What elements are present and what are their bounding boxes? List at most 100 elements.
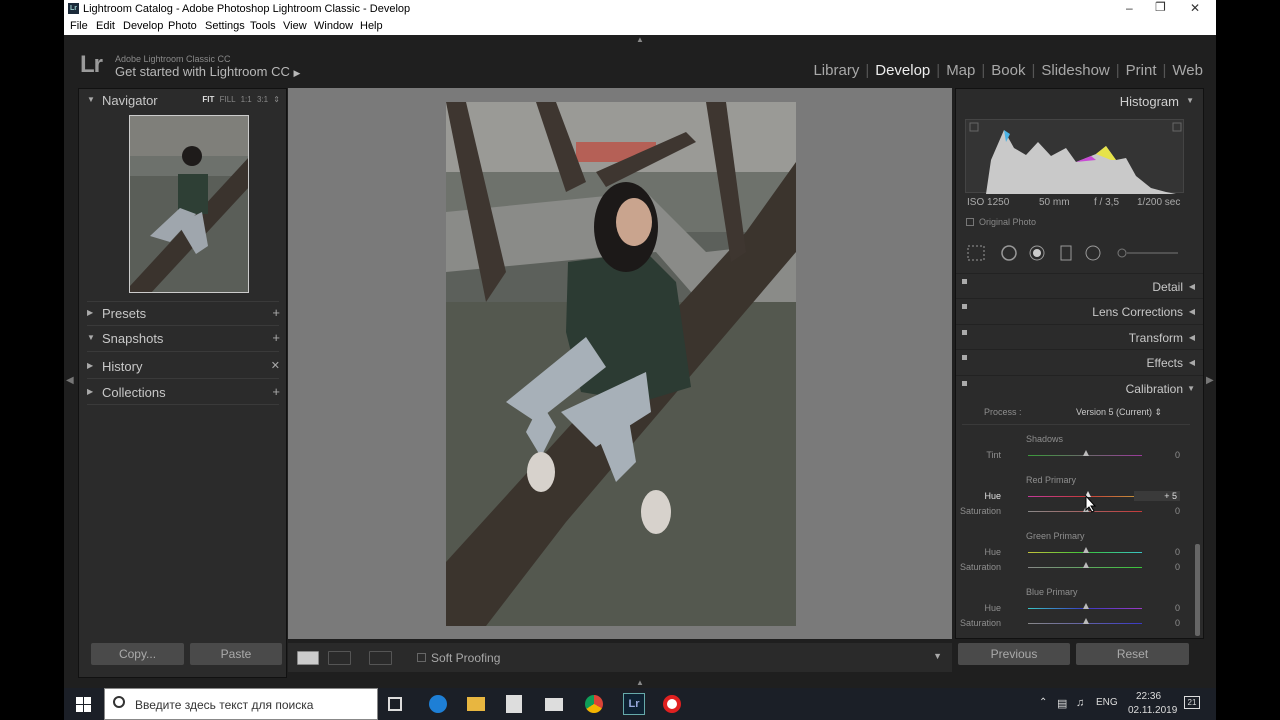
module-slideshow[interactable]: Slideshow: [1041, 62, 1109, 79]
before-after-icon[interactable]: [328, 651, 351, 665]
right-panel-toggle-icon[interactable]: ▶: [1206, 375, 1214, 386]
restore-icon[interactable]: ❐: [1155, 0, 1166, 14]
menu-help[interactable]: Help: [360, 20, 383, 32]
blue-hue-value[interactable]: 0: [1175, 603, 1180, 613]
yy-view-icon[interactable]: [369, 651, 392, 665]
tint-value[interactable]: 0: [1175, 450, 1180, 460]
navigator-preview[interactable]: [129, 115, 249, 293]
section-switch-icon[interactable]: [962, 381, 967, 386]
process-version-select[interactable]: Version 5 (Current) ⇕: [1076, 407, 1162, 418]
navigator-header[interactable]: ▼ Navigator FIT FILL 1:1 3:1 ⇕: [79, 89, 286, 111]
add-collection-icon[interactable]: +: [272, 384, 280, 399]
recorder-icon[interactable]: [663, 695, 681, 713]
blue-saturation-slider-thumb[interactable]: [1083, 618, 1089, 624]
clear-history-icon[interactable]: ✕: [271, 359, 280, 372]
zoom-fill[interactable]: FILL: [220, 95, 236, 104]
loupe-view-icon[interactable]: [297, 651, 319, 665]
menu-photo[interactable]: Photo: [168, 20, 197, 32]
top-panel-toggle-icon[interactable]: ▲: [636, 35, 644, 44]
section-switch-icon[interactable]: [962, 330, 967, 335]
menu-view[interactable]: View: [283, 20, 307, 32]
red-hue-value[interactable]: + 5: [1134, 491, 1180, 501]
section-switch-icon[interactable]: [962, 304, 967, 309]
title-bar: Lr Lightroom Catalog - Adobe Photoshop L…: [64, 0, 1216, 18]
lens-corrections-section-header[interactable]: Lens Corrections ◀: [956, 298, 1203, 323]
module-develop[interactable]: Develop: [875, 62, 930, 79]
volume-icon[interactable]: ♫: [1076, 697, 1084, 709]
green-saturation-slider-thumb[interactable]: [1083, 562, 1089, 568]
chrome-icon[interactable]: [585, 695, 603, 713]
module-separator: |: [936, 62, 941, 79]
module-web[interactable]: Web: [1172, 62, 1203, 79]
histogram-graph[interactable]: [965, 119, 1184, 194]
detail-section-header[interactable]: Detail ◀: [956, 273, 1203, 298]
module-library[interactable]: Library: [813, 62, 859, 79]
clock-time[interactable]: 22:36: [1136, 691, 1161, 702]
minimize-icon[interactable]: –: [1126, 1, 1133, 15]
blue-saturation-value[interactable]: 0: [1175, 618, 1180, 628]
left-panel-toggle-icon[interactable]: ◀: [66, 375, 74, 386]
bottom-panel-toggle-icon[interactable]: ▲: [636, 678, 644, 687]
snapshots-header[interactable]: ▼ Snapshots +: [79, 327, 286, 349]
network-icon[interactable]: ▤: [1057, 697, 1067, 710]
copy-button[interactable]: Copy...: [91, 643, 184, 665]
main-photo[interactable]: [446, 102, 796, 626]
product-name: Adobe Lightroom Classic CC: [115, 54, 231, 64]
clock-date[interactable]: 02.11.2019: [1128, 705, 1177, 716]
notifications-icon[interactable]: 21: [1184, 696, 1200, 709]
store-icon[interactable]: [506, 695, 522, 713]
task-view-icon[interactable]: [388, 697, 402, 711]
get-started-link[interactable]: Get started with Lightroom CC ▶: [115, 64, 300, 79]
red-saturation-value[interactable]: 0: [1175, 506, 1180, 516]
menu-file[interactable]: File: [70, 20, 88, 32]
collections-header[interactable]: ▶ Collections +: [79, 381, 286, 403]
calibration-section-header[interactable]: Calibration ▼: [956, 375, 1203, 400]
toolbar-dropdown-icon[interactable]: ▼: [933, 651, 942, 661]
transform-section-header[interactable]: Transform ◀: [956, 324, 1203, 349]
effects-section-header[interactable]: Effects ◀: [956, 349, 1203, 374]
section-switch-icon[interactable]: [962, 279, 967, 284]
lightroom-taskbar-icon[interactable]: Lr: [623, 693, 645, 715]
section-switch-icon[interactable]: [962, 355, 967, 360]
reset-button[interactable]: Reset: [1076, 643, 1189, 665]
zoom-3-1[interactable]: 3:1: [257, 95, 268, 104]
green-hue-value[interactable]: 0: [1175, 547, 1180, 557]
file-explorer-icon[interactable]: [467, 697, 485, 711]
module-book[interactable]: Book: [991, 62, 1025, 79]
menu-tools[interactable]: Tools: [250, 20, 276, 32]
previous-button[interactable]: Previous: [958, 643, 1070, 665]
module-map[interactable]: Map: [946, 62, 975, 79]
add-snapshot-icon[interactable]: +: [272, 330, 280, 345]
menu-develop[interactable]: Develop: [123, 20, 163, 32]
tray-expand-icon[interactable]: ⌃: [1039, 697, 1047, 708]
original-photo-checkbox[interactable]: [966, 218, 974, 226]
menu-settings[interactable]: Settings: [205, 20, 245, 32]
presets-header[interactable]: ▶ Presets +: [79, 302, 286, 324]
menu-window[interactable]: Window: [314, 20, 353, 32]
tint-slider-thumb[interactable]: [1083, 450, 1089, 456]
close-icon[interactable]: ✕: [1190, 1, 1200, 15]
soft-proofing-checkbox[interactable]: [417, 653, 426, 662]
paste-button[interactable]: Paste: [190, 643, 282, 665]
zoom-dropdown-icon[interactable]: ⇕: [273, 95, 280, 104]
image-canvas[interactable]: [288, 88, 952, 639]
windows-start-icon[interactable]: [76, 697, 91, 712]
green-hue-slider-thumb[interactable]: [1083, 547, 1089, 553]
taskbar-search-box[interactable]: Введите здесь текст для поиска: [104, 688, 378, 720]
mouse-cursor-icon: [1085, 495, 1097, 513]
module-print[interactable]: Print: [1126, 62, 1157, 79]
add-preset-icon[interactable]: +: [272, 305, 280, 320]
original-photo-toggle[interactable]: Original Photo: [966, 217, 1036, 227]
module-separator: |: [1162, 62, 1167, 79]
zoom-1-1[interactable]: 1:1: [241, 95, 252, 104]
blue-hue-slider-thumb[interactable]: [1083, 603, 1089, 609]
history-header[interactable]: ▶ History ✕: [79, 355, 286, 377]
language-indicator[interactable]: ENG: [1096, 697, 1118, 708]
histogram-header[interactable]: Histogram ▼: [956, 89, 1203, 113]
menu-edit[interactable]: Edit: [96, 20, 115, 32]
green-saturation-value[interactable]: 0: [1175, 562, 1180, 572]
edge-browser-icon[interactable]: [429, 695, 447, 713]
mail-icon[interactable]: [545, 698, 563, 711]
zoom-fit[interactable]: FIT: [202, 95, 214, 104]
right-panel-scrollbar[interactable]: [1195, 544, 1200, 636]
